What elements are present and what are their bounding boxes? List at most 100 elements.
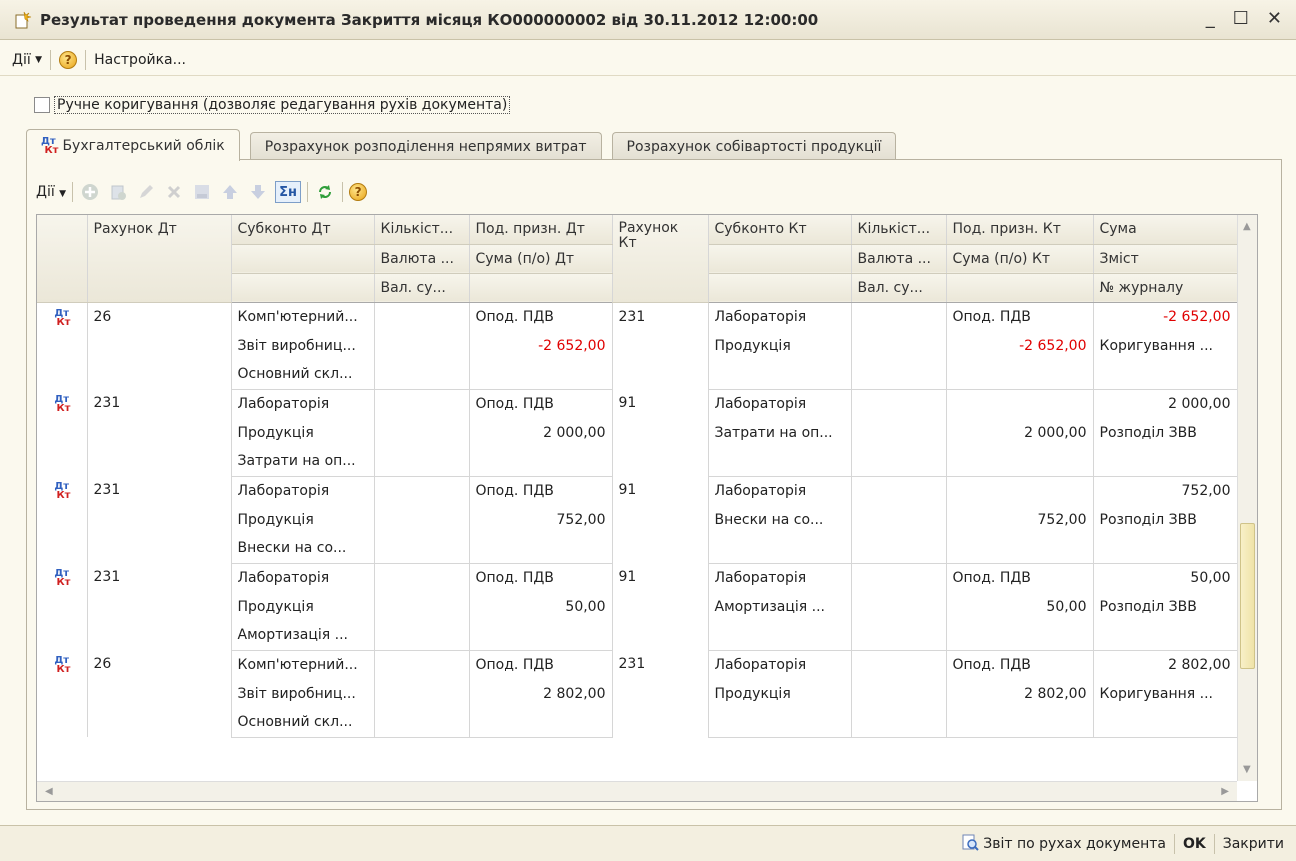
post-icon[interactable]: [191, 181, 213, 203]
cell-account-kt: 91: [612, 563, 709, 650]
cell-cur-sum-kt: [851, 447, 947, 477]
tab-indirect-costs[interactable]: Розрахунок розподілення непрямих витрат: [249, 132, 602, 160]
close-button[interactable]: ✕: [1267, 8, 1282, 29]
column-header-sum-po-dt[interactable]: Сума (п/о) Дт: [469, 244, 613, 274]
tab-accounting[interactable]: Дт Кт Бухгалтерський облік: [26, 129, 240, 161]
movements-report-button[interactable]: Звіт по рухах документа: [961, 833, 1166, 855]
cell-subconto-kt: Лабораторія: [708, 389, 852, 418]
column-header-journal[interactable]: № журналу: [1093, 273, 1238, 303]
close-form-button[interactable]: Закрити: [1223, 836, 1284, 852]
cell-tax-kt: Опод. ПДВ: [946, 650, 1094, 679]
cell-tax-dt: Опод. ПДВ: [469, 302, 613, 331]
scroll-right-icon[interactable]: ▶: [1221, 786, 1229, 797]
table-row[interactable]: Дт Кт 26 Комп'ютерний... Опод. ПДВ 231 Лабора…: [37, 650, 1238, 737]
cell-tax-dt: Опод. ПДВ: [469, 650, 613, 679]
cell-subconto-kt: [708, 708, 852, 738]
column-header-tax-kt[interactable]: Под. призн. Кт: [946, 215, 1094, 245]
cell-empty: [946, 360, 1094, 390]
cell-account-dt: 231: [87, 563, 232, 650]
add-icon[interactable]: [79, 181, 101, 203]
table-row[interactable]: Дт Кт 26 Комп'ютерний... Опод. ПДВ 231 Лабора…: [37, 302, 1238, 389]
table-row[interactable]: Дт Кт 231 Лабораторія Опод. ПДВ 91 Лабораторі…: [37, 563, 1238, 650]
cell-currency-kt: [851, 592, 947, 621]
move-down-icon[interactable]: [247, 181, 269, 203]
copy-icon[interactable]: [107, 181, 129, 203]
column-header-qty-dt[interactable]: Кількіст...: [374, 215, 470, 245]
column-header-account-kt[interactable]: Рахунок Кт: [612, 215, 709, 303]
help-icon[interactable]: ?: [349, 183, 368, 201]
cell-qty-dt: [374, 563, 470, 592]
edit-icon[interactable]: [135, 181, 157, 203]
cell-tax-dt: Опод. ПДВ: [469, 563, 613, 592]
cell-currency-dt: [374, 331, 470, 360]
tab-strip: Дт Кт Бухгалтерський облік Розрахунок ро…: [26, 128, 906, 161]
window-title: Результат проведення документа Закриття …: [40, 10, 819, 29]
cell-account-dt: 26: [87, 650, 232, 737]
help-icon[interactable]: ?: [59, 50, 78, 69]
cell-cur-sum-dt: [374, 621, 470, 651]
cell-tax-dt: Опод. ПДВ: [469, 389, 613, 418]
column-header-subconto-kt[interactable]: Субконто Кт: [708, 215, 852, 245]
scroll-down-icon[interactable]: ▼: [1243, 764, 1251, 775]
maximize-button[interactable]: ☐: [1233, 8, 1249, 29]
cell-tax-kt: [946, 476, 1094, 505]
cell-currency-dt: [374, 418, 470, 447]
actions-menu[interactable]: Дії ▼: [12, 52, 42, 68]
menu-bar: Дії ▼ ? Настройка...: [0, 44, 1296, 76]
minimize-button[interactable]: _: [1206, 8, 1215, 29]
cell-account-dt: 26: [87, 302, 232, 389]
tab-product-cost[interactable]: Розрахунок собівартості продукції: [611, 132, 897, 160]
cell-qty-kt: [851, 650, 947, 679]
cell-qty-dt: [374, 476, 470, 505]
totals-icon[interactable]: Σн: [275, 181, 302, 203]
cell-subconto-dt: Продукція: [231, 418, 375, 447]
refresh-icon[interactable]: [314, 181, 336, 203]
column-header-currency-kt[interactable]: Валюта ...: [851, 244, 947, 274]
column-header-sum[interactable]: Сума: [1093, 215, 1238, 245]
delete-icon[interactable]: [163, 181, 185, 203]
column-header-tax-dt[interactable]: Под. призн. Дт: [469, 215, 613, 245]
column-header-cur-sum-kt[interactable]: Вал. су...: [851, 273, 947, 303]
cell-subconto-kt: [708, 447, 852, 477]
table-row[interactable]: Дт Кт 231 Лабораторія Опод. ПДВ 91 Лабораторі…: [37, 389, 1238, 476]
manual-correction-checkbox[interactable]: [34, 97, 50, 113]
cell-sum: 752,00: [1093, 476, 1238, 505]
entries-grid[interactable]: Рахунок Дт Субконто Дт Кількіст... Под. …: [36, 214, 1258, 802]
dt-kt-icon: Дт Кт: [37, 389, 88, 476]
column-header-account-dt[interactable]: Рахунок Дт: [87, 215, 232, 303]
column-header-sum-po-kt[interactable]: Сума (п/о) Кт: [946, 244, 1094, 274]
cell-subconto-dt: Амортизація ...: [231, 621, 375, 651]
cell-subconto-kt: Лабораторія: [708, 650, 852, 679]
cell-account-kt: 231: [612, 650, 709, 737]
column-header-currency-dt[interactable]: Валюта ...: [374, 244, 470, 274]
column-header-content[interactable]: Зміст: [1093, 244, 1238, 274]
cell-content: Коригування ...: [1093, 679, 1238, 708]
column-header-cur-sum-dt[interactable]: Вал. су...: [374, 273, 470, 303]
settings-menu[interactable]: Настройка...: [94, 52, 186, 68]
horizontal-scrollbar[interactable]: ◀ ▶: [37, 781, 1237, 801]
column-header-qty-kt[interactable]: Кількіст...: [851, 215, 947, 245]
move-up-icon[interactable]: [219, 181, 241, 203]
cell-currency-dt: [374, 592, 470, 621]
cell-subconto-dt: Лабораторія: [231, 476, 375, 505]
cell-empty: [469, 534, 613, 564]
grid-actions-menu[interactable]: Дії ▼: [36, 184, 66, 200]
cell-account-dt: 231: [87, 476, 232, 563]
vertical-scroll-thumb[interactable]: [1240, 523, 1255, 669]
cell-journal: [1093, 360, 1238, 390]
vertical-scrollbar[interactable]: ▲ ▼: [1237, 215, 1257, 781]
ok-button[interactable]: OK: [1183, 836, 1206, 852]
cell-sum-po-kt: -2 652,00: [946, 331, 1094, 360]
table-row[interactable]: Дт Кт 231 Лабораторія Опод. ПДВ 91 Лабораторі…: [37, 476, 1238, 563]
column-header-subconto-dt[interactable]: Субконто Дт: [231, 215, 375, 245]
cell-empty: [946, 447, 1094, 477]
cell-subconto-kt: Продукція: [708, 331, 852, 360]
manual-correction-label[interactable]: Ручне коригування (дозволяє редагування …: [54, 96, 511, 114]
cell-cur-sum-dt: [374, 447, 470, 477]
cell-qty-dt: [374, 302, 470, 331]
cell-currency-kt: [851, 679, 947, 708]
cell-cur-sum-dt: [374, 360, 470, 390]
scroll-left-icon[interactable]: ◀: [45, 786, 53, 797]
cell-empty: [469, 360, 613, 390]
scroll-up-icon[interactable]: ▲: [1243, 221, 1251, 232]
